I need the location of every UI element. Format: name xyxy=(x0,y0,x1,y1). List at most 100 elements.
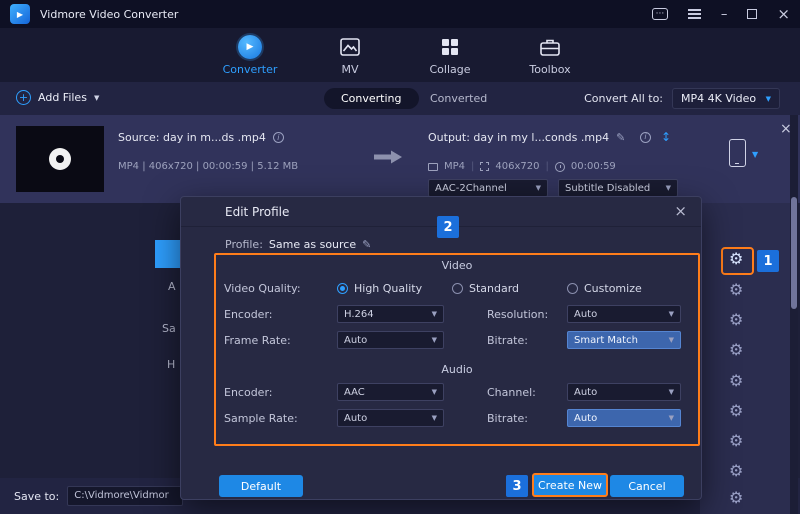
radio-icon xyxy=(567,283,578,294)
chevron-down-icon: ▼ xyxy=(536,184,541,192)
tab-toolbox[interactable]: Toolbox xyxy=(519,35,581,76)
resolution-dropdown[interactable]: Auto ▼ xyxy=(567,305,681,323)
video-bitrate-dropdown[interactable]: Smart Match ▼ xyxy=(567,331,681,349)
file-row: Source: day in m...ds .mp4 i MP4 | 406x7… xyxy=(0,115,800,203)
settings-gear-icon[interactable]: ⚙ xyxy=(729,312,743,328)
callout-step-1: 1 xyxy=(757,250,779,272)
chevron-down-icon: ▼ xyxy=(432,388,437,396)
chevron-down-icon: ▼ xyxy=(669,414,674,422)
sample-rate-dropdown[interactable]: Auto ▼ xyxy=(337,409,444,427)
profile-label: Profile: xyxy=(225,238,263,251)
tab-converter[interactable]: ▶ Converter xyxy=(219,35,281,76)
convert-all-label: Convert All to: xyxy=(584,92,663,105)
frame-rate-row: Frame Rate: Auto ▼ Bitrate: Smart Match … xyxy=(224,327,690,353)
profile-value: Same as source xyxy=(269,238,356,251)
video-section-title: Video xyxy=(224,257,690,275)
video-thumbnail[interactable] xyxy=(16,126,104,192)
output-resolution: 406x720 xyxy=(495,161,539,172)
converter-play-icon: ▶ xyxy=(238,35,262,59)
chevron-down-icon: ▼ xyxy=(669,388,674,396)
settings-gear-icon[interactable]: ⚙ xyxy=(729,490,743,506)
minimize-button[interactable]: – xyxy=(721,8,728,21)
chevron-down-icon: ▼ xyxy=(432,310,437,318)
edit-profile-name-icon[interactable]: ✎ xyxy=(362,238,371,251)
tab-mv-label: MV xyxy=(341,63,358,76)
settings-gear-icon[interactable]: ⚙ xyxy=(729,403,743,419)
tab-collage[interactable]: Collage xyxy=(419,35,481,76)
output-duration: 00:00:59 xyxy=(571,161,616,172)
default-button[interactable]: Default xyxy=(219,475,303,497)
channel-dropdown[interactable]: Auto ▼ xyxy=(567,383,681,401)
chevron-down-icon[interactable]: ▼ xyxy=(752,150,758,159)
audio-section-title: Audio xyxy=(224,361,690,379)
settings-gear-icon[interactable]: ⚙ xyxy=(729,463,743,479)
menu-icon[interactable] xyxy=(688,7,701,22)
radio-icon xyxy=(337,283,348,294)
save-path-field[interactable]: C:\Vidmore\Vidmor xyxy=(67,486,183,506)
format-list-fragment: H xyxy=(167,358,175,371)
close-button[interactable]: × xyxy=(777,7,790,22)
titlebar: ▶ Vidmore Video Converter ··· – × xyxy=(0,0,800,28)
resolution-icon xyxy=(480,162,489,171)
callout-step-3: 3 xyxy=(506,475,528,497)
scrollbar[interactable] xyxy=(790,115,798,514)
maximize-button[interactable] xyxy=(747,9,757,19)
create-new-button[interactable]: Create New xyxy=(532,473,608,497)
output-format: MP4 xyxy=(444,161,465,172)
add-files-button[interactable]: + Add Files ▼ xyxy=(16,90,99,105)
output-info-icon[interactable]: i xyxy=(640,132,651,143)
chevron-down-icon: ▼ xyxy=(666,184,671,192)
convert-all-dropdown[interactable]: MP4 4K Video ▼ xyxy=(672,88,780,109)
chevron-down-icon: ▼ xyxy=(432,336,437,344)
audio-encoder-row: Encoder: AAC ▼ Channel: Auto ▼ xyxy=(224,379,690,405)
device-icon[interactable] xyxy=(729,139,746,167)
chevron-down-icon: ▼ xyxy=(766,95,771,103)
toolbox-briefcase-icon xyxy=(540,35,560,59)
thumbnail-image xyxy=(49,148,71,170)
radio-customize[interactable]: Customize xyxy=(567,282,682,295)
chevron-down-icon: ▼ xyxy=(432,414,437,422)
edit-profile-dialog: Edit Profile × Profile: Same as source ✎… xyxy=(180,196,702,500)
frame-rate-dropdown[interactable]: Auto ▼ xyxy=(337,331,444,349)
app-logo-icon: ▶ xyxy=(10,4,30,24)
mv-photo-icon xyxy=(340,35,360,59)
video-encoder-row: Encoder: H.264 ▼ Resolution: Auto ▼ xyxy=(224,301,690,327)
settings-gear-icon[interactable]: ⚙ xyxy=(729,373,743,389)
add-icon: + xyxy=(16,90,31,105)
chevron-down-icon: ▼ xyxy=(669,336,674,344)
source-file-meta: MP4 | 406x720 | 00:00:59 | 5.12 MB xyxy=(118,161,298,172)
tab-converting[interactable]: Converting xyxy=(324,88,419,109)
radio-high-quality[interactable]: High Quality xyxy=(337,282,452,295)
vidmore-app-window: ▶ Vidmore Video Converter ··· – × ▶ Conv… xyxy=(0,0,800,514)
tab-collage-label: Collage xyxy=(429,63,470,76)
feedback-icon[interactable]: ··· xyxy=(652,8,668,20)
compress-icon[interactable]: ↕ xyxy=(661,131,671,143)
audio-bitrate-dropdown[interactable]: Auto ▼ xyxy=(567,409,681,427)
audio-track-dropdown[interactable]: AAC-2Channel ▼ xyxy=(428,179,548,197)
audio-encoder-dropdown[interactable]: AAC ▼ xyxy=(337,383,444,401)
video-encoder-dropdown[interactable]: H.264 ▼ xyxy=(337,305,444,323)
format-list-fragment: A xyxy=(168,280,176,293)
settings-gear-icon[interactable]: ⚙ xyxy=(729,433,743,449)
settings-gear-icon[interactable]: ⚙ xyxy=(729,342,743,358)
settings-gear-icon[interactable]: ⚙ xyxy=(729,282,743,298)
profile-settings-panel: Video Video Quality: High Quality Standa… xyxy=(214,253,700,446)
format-icon xyxy=(428,163,438,171)
toolbar: + Add Files ▼ Converting Converted Conve… xyxy=(0,82,800,115)
tab-mv[interactable]: MV xyxy=(319,35,381,76)
convert-all-value: MP4 4K Video xyxy=(681,92,756,105)
subtitle-dropdown[interactable]: Subtitle Disabled ▼ xyxy=(558,179,678,197)
collage-grid-icon xyxy=(441,35,459,59)
dialog-close-icon[interactable]: × xyxy=(674,204,687,219)
scrollbar-thumb[interactable] xyxy=(791,197,797,309)
tab-toolbox-label: Toolbox xyxy=(529,63,570,76)
output-file-name: Output: day in my l...conds .mp4 xyxy=(428,131,609,144)
tab-converted[interactable]: Converted xyxy=(430,92,487,105)
cancel-button[interactable]: Cancel xyxy=(610,475,684,497)
source-info-icon[interactable]: i xyxy=(273,132,284,143)
rename-output-icon[interactable]: ✎ xyxy=(616,131,625,144)
radio-standard[interactable]: Standard xyxy=(452,282,567,295)
video-quality-label: Video Quality: xyxy=(224,282,337,295)
add-files-label: Add Files xyxy=(38,91,87,104)
source-file-name: Source: day in m...ds .mp4 xyxy=(118,131,266,144)
